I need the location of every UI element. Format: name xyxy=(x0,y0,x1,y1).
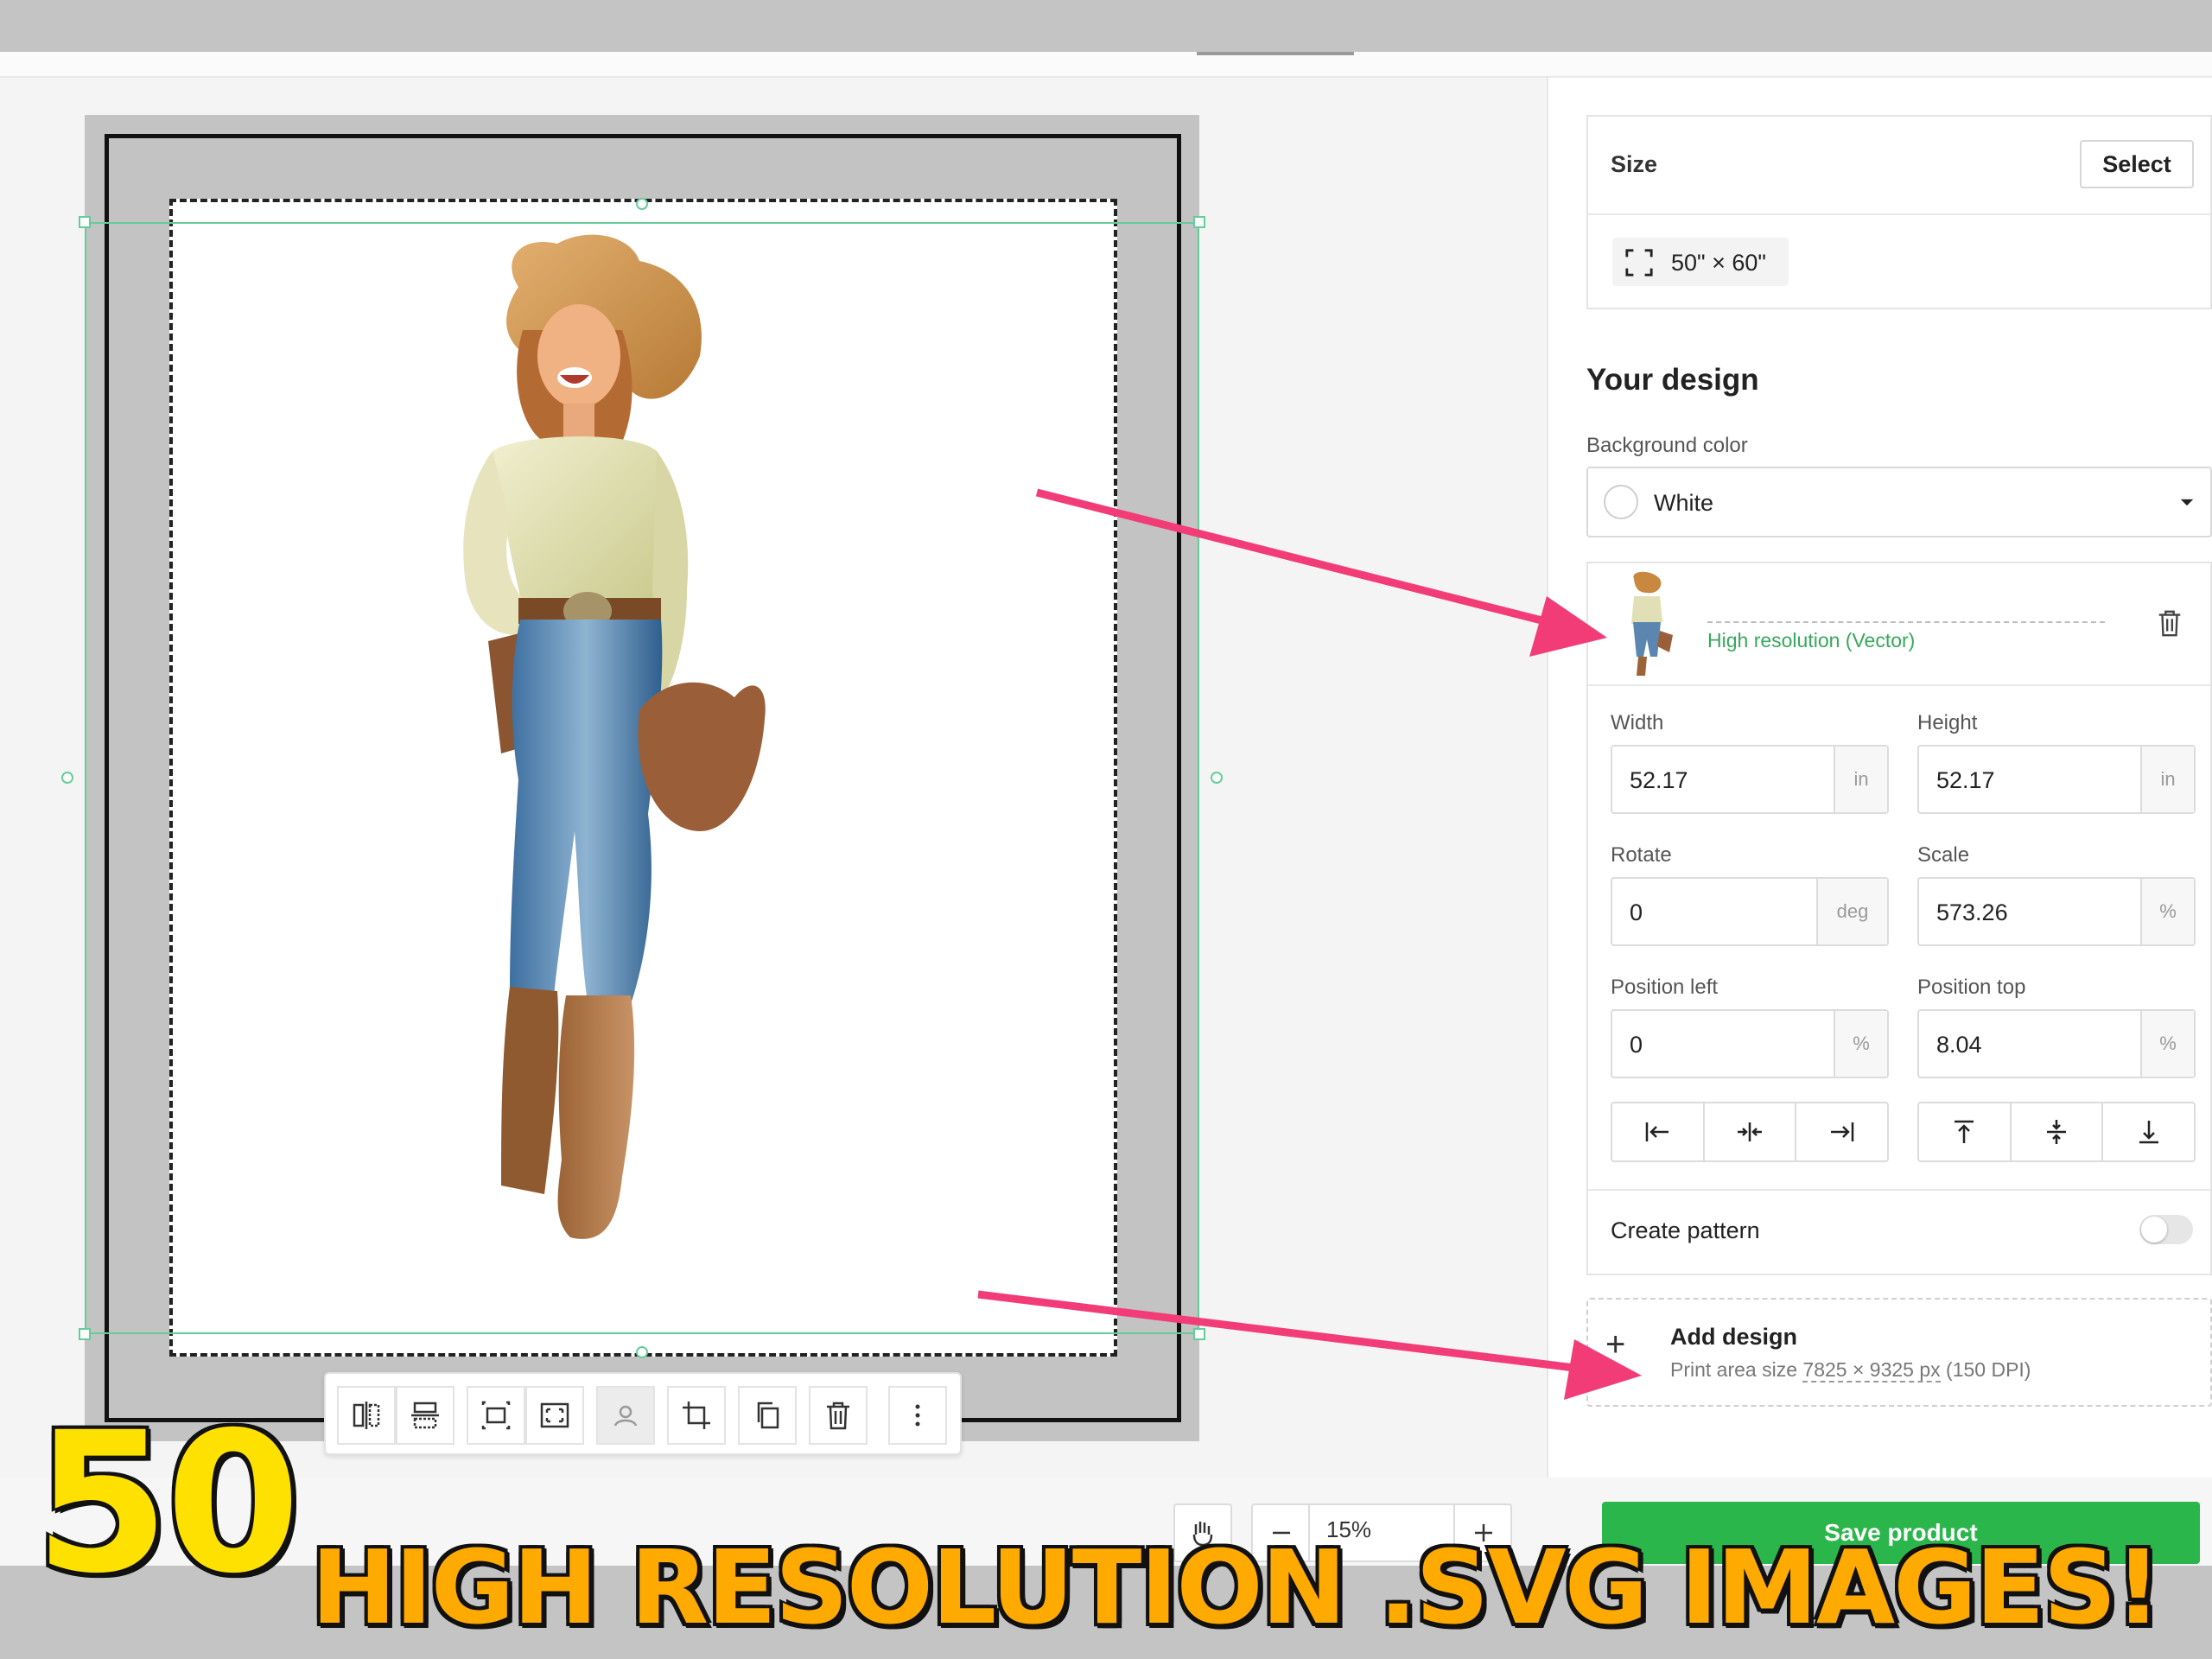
position-top-label: Position top xyxy=(1917,976,2026,999)
divider xyxy=(1588,213,2210,215)
align-bottom-icon xyxy=(2139,1121,2158,1144)
fill-icon xyxy=(540,1402,569,1428)
resize-handle-top-left[interactable] xyxy=(79,216,91,228)
height-unit: in xyxy=(2140,747,2194,812)
fill-button[interactable] xyxy=(525,1386,584,1445)
more-button[interactable] xyxy=(888,1386,947,1445)
align-top-button[interactable] xyxy=(1919,1103,2012,1160)
align-bottom-button[interactable] xyxy=(2103,1103,2194,1160)
size-chip[interactable]: 50" × 60" xyxy=(1612,238,1789,286)
crop-icon xyxy=(683,1402,710,1429)
active-tab-indicator xyxy=(1197,52,1354,55)
plus-icon: + xyxy=(1605,1325,1626,1363)
flip-horizontal-button[interactable] xyxy=(337,1386,396,1445)
horizontal-align-group xyxy=(1611,1102,1889,1162)
height-field[interactable]: 52.17 in xyxy=(1917,745,2196,814)
rotate-unit: deg xyxy=(1816,879,1887,944)
create-pattern-label: Create pattern xyxy=(1611,1217,1760,1243)
header-strip xyxy=(0,52,2212,78)
align-right-icon xyxy=(1830,1122,1853,1141)
align-top-icon xyxy=(1955,1120,1974,1143)
print-area-prefix: Print area size xyxy=(1670,1358,1798,1381)
resize-handle-right[interactable] xyxy=(1211,772,1223,784)
size-value: 50" × 60" xyxy=(1671,250,1767,276)
print-area-size: 7825 × 9325 px xyxy=(1802,1358,1941,1382)
banner-text: HIGH RESOLUTION .SVG IMAGES! xyxy=(311,1528,2161,1647)
resize-handle-bottom[interactable] xyxy=(636,1346,648,1358)
position-left-label: Position left xyxy=(1611,976,1719,999)
scale-unit: % xyxy=(2140,879,2194,944)
resize-handle-top-right[interactable] xyxy=(1193,216,1205,228)
delete-button[interactable] xyxy=(809,1386,868,1445)
align-right-button[interactable] xyxy=(1796,1103,1887,1160)
position-top-field[interactable]: 8.04 % xyxy=(1917,1009,2196,1078)
background-color-label: Background color xyxy=(1586,434,1748,457)
add-design-dropzone[interactable]: + xyxy=(1586,1298,2212,1407)
background-color-select[interactable]: White xyxy=(1586,467,2212,537)
print-area-info: Print area size 7825 × 9325 px (150 DPI) xyxy=(1670,1358,2031,1382)
remove-background-icon xyxy=(613,1405,638,1427)
size-label: Size xyxy=(1611,151,1658,177)
align-center-horizontal-button[interactable] xyxy=(1705,1103,1797,1160)
layer-quality: High resolution (Vector) xyxy=(1707,629,1916,652)
flip-vertical-button[interactable] xyxy=(396,1386,454,1445)
height-value: 52.17 xyxy=(1936,767,1995,793)
position-left-field[interactable]: 0 % xyxy=(1611,1009,1889,1078)
floating-toolbar xyxy=(324,1372,962,1455)
width-label: Width xyxy=(1611,711,1664,734)
chevron-down-icon xyxy=(2180,499,2194,506)
scale-value: 573.26 xyxy=(1936,899,2008,925)
scale-label: Scale xyxy=(1917,843,1970,867)
fit-icon xyxy=(481,1401,511,1430)
duplicate-icon xyxy=(757,1402,779,1429)
resize-handle-left[interactable] xyxy=(61,772,73,784)
divider xyxy=(1588,1189,2210,1191)
fullscreen-icon xyxy=(1625,249,1653,276)
vertical-align-group xyxy=(1917,1102,2196,1162)
align-left-icon xyxy=(1646,1122,1669,1141)
align-center-horizontal-icon xyxy=(1738,1122,1762,1141)
align-center-vertical-icon xyxy=(2047,1120,2066,1144)
color-swatch xyxy=(1604,485,1638,519)
create-pattern-toggle[interactable] xyxy=(2139,1215,2193,1244)
your-design-heading: Your design xyxy=(1586,363,1759,397)
background-color-value: White xyxy=(1654,490,1714,516)
position-left-unit: % xyxy=(1834,1011,1887,1077)
resize-handle-top[interactable] xyxy=(636,198,648,210)
height-label: Height xyxy=(1917,711,1978,734)
rotate-value: 0 xyxy=(1630,899,1643,925)
rotate-label: Rotate xyxy=(1611,843,1672,867)
align-center-vertical-button[interactable] xyxy=(2012,1103,2104,1160)
align-left-button[interactable] xyxy=(1612,1103,1705,1160)
trash-icon xyxy=(827,1402,849,1430)
crop-button[interactable] xyxy=(667,1386,726,1445)
rotate-field[interactable]: 0 deg xyxy=(1611,877,1889,946)
size-select-button[interactable]: Select xyxy=(2080,140,2194,188)
resize-handle-bottom-right[interactable] xyxy=(1193,1328,1205,1340)
divider xyxy=(1588,684,2210,686)
scale-field[interactable]: 573.26 % xyxy=(1917,877,2196,946)
print-area-dpi: (150 DPI) xyxy=(1946,1358,2031,1381)
flip-vertical-icon xyxy=(411,1402,439,1429)
remove-background-button[interactable] xyxy=(596,1386,655,1445)
fit-button[interactable] xyxy=(467,1386,525,1445)
position-top-value: 8.04 xyxy=(1936,1032,1982,1058)
add-design-label: Add design xyxy=(1670,1324,1797,1350)
banner-number: 50 xyxy=(35,1390,301,1616)
flip-horizontal-icon xyxy=(353,1402,380,1429)
width-field[interactable]: 52.17 in xyxy=(1611,745,1889,814)
layer-thumbnail[interactable] xyxy=(1612,570,1681,683)
width-value: 52.17 xyxy=(1630,767,1688,793)
width-unit: in xyxy=(1834,747,1887,812)
toggle-knob xyxy=(2141,1217,2167,1243)
position-top-unit: % xyxy=(2140,1011,2194,1077)
duplicate-button[interactable] xyxy=(738,1386,797,1445)
more-icon xyxy=(915,1404,920,1427)
trash-icon[interactable] xyxy=(2155,608,2184,638)
layer-divider xyxy=(1707,621,2105,623)
top-bar xyxy=(0,0,2212,52)
position-left-value: 0 xyxy=(1630,1032,1643,1058)
resize-handle-bottom-left[interactable] xyxy=(79,1328,91,1340)
selection-box[interactable] xyxy=(85,222,1199,1334)
